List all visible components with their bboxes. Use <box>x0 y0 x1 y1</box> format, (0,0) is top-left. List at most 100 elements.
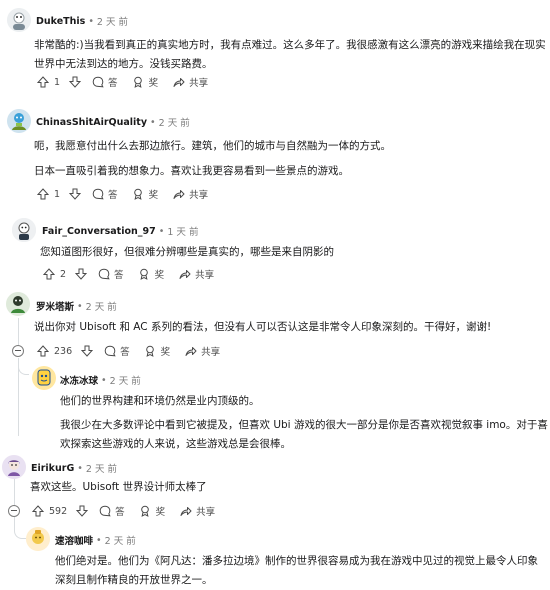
timestamp[interactable]: 2 天 前 <box>105 533 136 547</box>
comment-body: 他们的世界构建和环境仍然是业内顶级的。 <box>60 392 548 411</box>
comment-body: 您知道图形很好，但很难分辨哪些是真实的，哪些是来自阴影的 <box>40 243 540 262</box>
comment-actions: 1 答 奖 共享 <box>36 186 222 202</box>
separator-dot: • <box>88 15 94 27</box>
timestamp[interactable]: 2 天 前 <box>86 299 117 313</box>
comment-body: 呃，我愿意付出什么去那边旅行。建筑，他们的城市与自然融为一体的方式。 <box>34 137 544 156</box>
award-icon[interactable] <box>132 188 145 201</box>
vote-count: 1 <box>54 76 61 88</box>
author-name[interactable]: Fair_Conversation_97 <box>42 226 156 237</box>
upvote-icon[interactable] <box>42 268 55 281</box>
comment-line: 呃，我愿意付出什么去那边旅行。建筑，他们的城市与自然融为一体的方式。 <box>34 140 391 152</box>
comment-line: 他们绝对是。他们为《阿凡达：潘多拉边境》制作的世界很容易成为我在游戏中见过的视觉… <box>55 555 538 567</box>
avatar[interactable] <box>6 292 30 316</box>
vote-count: 592 <box>49 505 68 517</box>
award-icon[interactable] <box>144 345 157 358</box>
comment-line: 说出你对 Ubisoft 和 AC 系列的看法，但没有人可以否认这是非常令人印象… <box>34 321 492 333</box>
author-name[interactable]: 冰冻冰球 <box>60 373 98 387</box>
comment-line: 深刻且制作精良的开放世界之一。 <box>55 574 213 586</box>
comment-body: 他们绝对是。他们为《阿凡达：潘多拉边境》制作的世界很容易成为我在游戏中见过的视觉… <box>55 552 549 590</box>
author-name[interactable]: DukeThis <box>36 16 85 27</box>
vote-count: 1 <box>54 188 61 200</box>
separator-dot: • <box>96 534 102 546</box>
downvote-icon[interactable] <box>68 76 81 89</box>
upvote-icon[interactable] <box>36 345 49 358</box>
share-icon[interactable] <box>172 76 185 89</box>
award-button[interactable]: 奖 <box>156 504 166 518</box>
comment-body: 非常酷的:)当我看到真正的真实地方时，我有点难过。这么多年了。我很感激有这么漂亮… <box>34 36 550 74</box>
author-name[interactable]: 罗米塔斯 <box>36 299 74 313</box>
avatar[interactable] <box>7 109 31 133</box>
avatar[interactable] <box>12 218 36 242</box>
share-button[interactable]: 共享 <box>189 75 208 89</box>
collapse-thread-button[interactable] <box>12 345 24 357</box>
comment-body: 日本一直吸引着我的想象力。喜欢让我更容易看到一些景点的游戏。 <box>34 162 544 181</box>
comment-actions: 1 答 奖 共享 <box>36 74 222 90</box>
upvote-icon[interactable] <box>36 76 49 89</box>
comment-body: 我很少在大多数评论中看到它被提及，但喜欢 Ubi 游戏的很大一部分是你是否喜欢视… <box>60 416 548 454</box>
reply-button[interactable]: 答 <box>120 344 130 358</box>
comment-actions: 2 答 奖 共享 <box>42 266 228 282</box>
share-button[interactable]: 共享 <box>189 187 208 201</box>
reply-icon[interactable] <box>97 268 110 281</box>
timestamp[interactable]: 1 天 前 <box>167 224 198 238</box>
reply-button[interactable]: 答 <box>114 267 124 281</box>
comment-body: 说出你对 Ubisoft 和 AC 系列的看法，但没有人可以否认这是非常令人印象… <box>34 318 544 337</box>
comment-meta: 冰冻冰球 • 2 天 前 <box>60 373 141 388</box>
avatar[interactable] <box>2 455 26 479</box>
author-name[interactable]: ChinasShitAirQuality <box>36 117 147 128</box>
comment-body: 喜欢这些。Ubisoft 世界设计师太棒了 <box>30 478 540 497</box>
award-button[interactable]: 奖 <box>149 187 159 201</box>
reply-icon[interactable] <box>98 505 111 518</box>
award-icon[interactable] <box>132 76 145 89</box>
comment-actions: 236 答 奖 共享 <box>36 343 234 359</box>
share-icon[interactable] <box>184 345 197 358</box>
comment-line: 世界中无法到达的地方。没钱买路费。 <box>34 58 213 70</box>
author-name[interactable]: EirikurG <box>31 463 74 474</box>
timestamp[interactable]: 2 天 前 <box>110 373 141 387</box>
collapse-thread-button[interactable] <box>8 505 20 517</box>
share-icon[interactable] <box>172 188 185 201</box>
comment-meta: 速溶咖啡 • 2 天 前 <box>55 533 136 548</box>
share-button[interactable]: 共享 <box>196 504 215 518</box>
downvote-icon[interactable] <box>68 188 81 201</box>
reply-icon[interactable] <box>91 76 104 89</box>
comment-line: 我很少在大多数评论中看到它被提及，但喜欢 Ubi 游戏的很大一部分是你是否喜欢视… <box>60 419 548 431</box>
upvote-icon[interactable] <box>31 505 44 518</box>
timestamp[interactable]: 2 天 前 <box>86 461 117 475</box>
comment-line: 喜欢这些。Ubisoft 世界设计师太棒了 <box>30 481 207 493</box>
comment-line: 他们的世界构建和环境仍然是业内顶级的。 <box>60 395 260 407</box>
thread-line <box>18 318 19 348</box>
comment-line: 日本一直吸引着我的想象力。喜欢让我更容易看到一些景点的游戏。 <box>34 165 349 177</box>
share-button[interactable]: 共享 <box>195 267 214 281</box>
author-name[interactable]: 速溶咖啡 <box>55 533 93 547</box>
share-icon[interactable] <box>179 505 192 518</box>
share-icon[interactable] <box>178 268 191 281</box>
award-button[interactable]: 奖 <box>161 344 171 358</box>
thread-line <box>14 478 15 506</box>
downvote-icon[interactable] <box>74 268 87 281</box>
separator-dot: • <box>77 300 83 312</box>
award-button[interactable]: 奖 <box>155 267 165 281</box>
award-icon[interactable] <box>138 268 151 281</box>
vote-count: 236 <box>54 345 73 357</box>
avatar[interactable] <box>32 366 56 390</box>
avatar[interactable] <box>7 8 31 32</box>
timestamp[interactable]: 2 天 前 <box>97 14 128 28</box>
share-button[interactable]: 共享 <box>201 344 220 358</box>
upvote-icon[interactable] <box>36 188 49 201</box>
timestamp[interactable]: 2 天 前 <box>159 115 190 129</box>
comment-meta: DukeThis • 2 天 前 <box>36 14 128 29</box>
reply-icon[interactable] <box>91 188 104 201</box>
vote-count: 2 <box>60 268 67 280</box>
award-icon[interactable] <box>139 505 152 518</box>
comment-meta: Fair_Conversation_97 • 1 天 前 <box>42 224 198 239</box>
downvote-icon[interactable] <box>75 505 88 518</box>
reply-button[interactable]: 答 <box>108 75 118 89</box>
reply-icon[interactable] <box>103 345 116 358</box>
avatar[interactable] <box>26 527 50 551</box>
thread-connector <box>18 362 29 375</box>
downvote-icon[interactable] <box>80 345 93 358</box>
reply-button[interactable]: 答 <box>108 187 118 201</box>
reply-button[interactable]: 答 <box>115 504 125 518</box>
award-button[interactable]: 奖 <box>149 75 159 89</box>
